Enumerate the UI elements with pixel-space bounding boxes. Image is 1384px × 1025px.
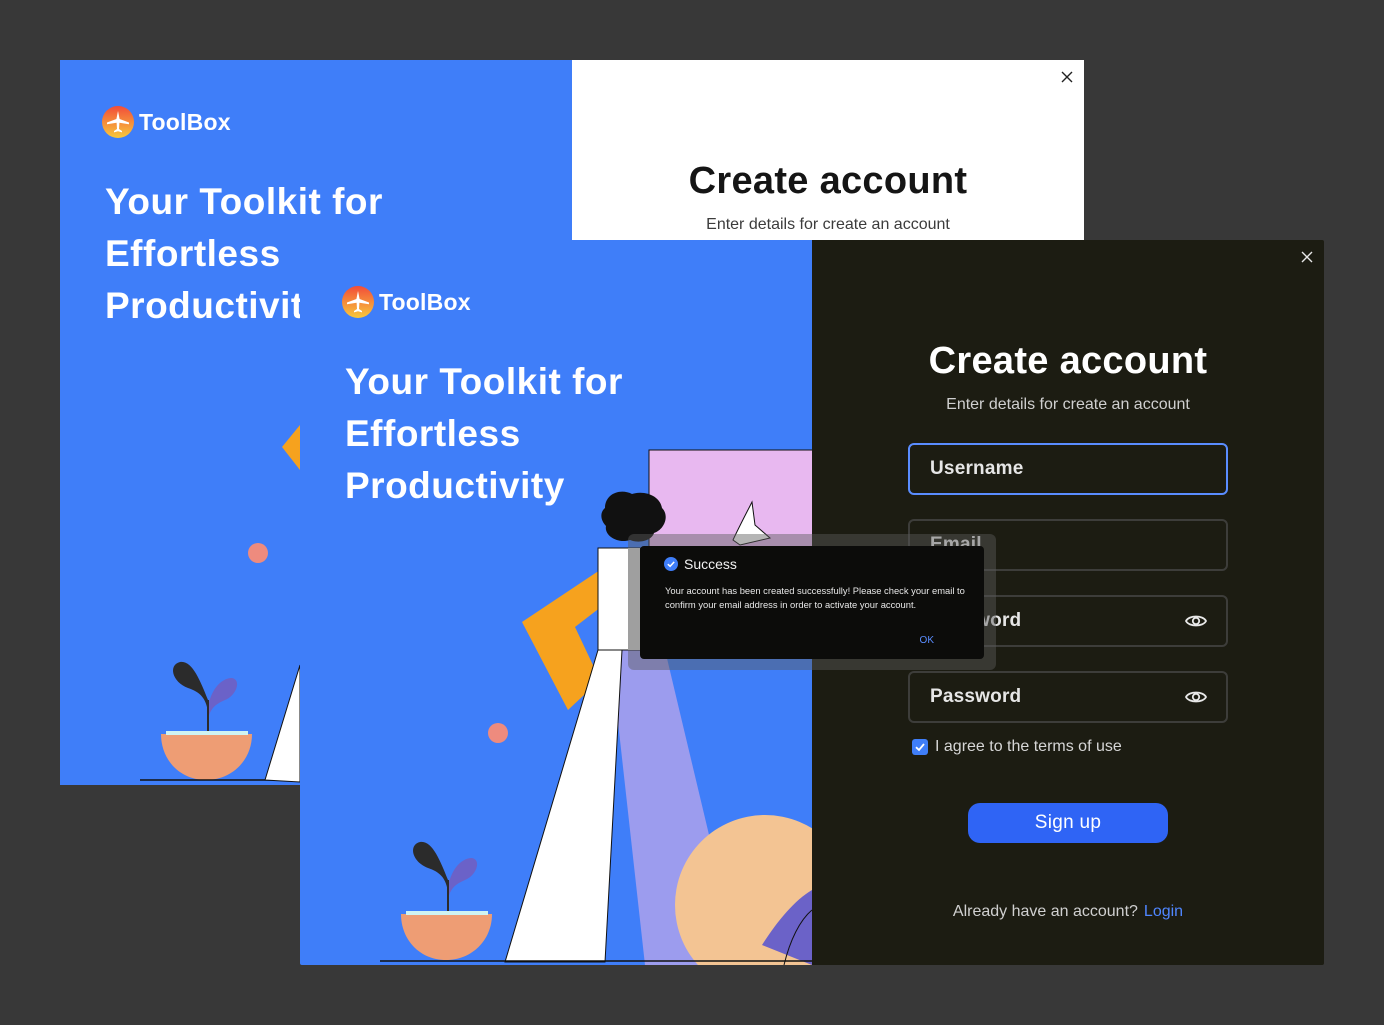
dialog-message: Your account has been created successful… <box>665 585 965 610</box>
form-subtitle: Enter details for create an account <box>706 216 950 233</box>
checkmark-icon <box>915 743 925 752</box>
ok-button[interactable]: OK <box>920 635 934 646</box>
dialog-title: Success <box>684 556 737 572</box>
hero-line: Your Toolkit for <box>345 361 623 402</box>
hero-line: Productivity <box>345 465 565 506</box>
close-icon <box>1301 251 1313 263</box>
check-circle-icon <box>664 557 678 571</box>
airplane-logo-icon <box>342 286 374 318</box>
hero-title: Your Toolkit for Effortless Productivity <box>345 356 623 512</box>
login-prompt: Already have an account? Login <box>812 903 1324 921</box>
form-subtitle: Enter details for create an account <box>946 396 1190 413</box>
brand: ToolBox <box>342 286 471 318</box>
form-title: Create account <box>688 160 968 202</box>
success-dialog: Success Your account has been created su… <box>640 546 984 659</box>
terms-label: I agree to the terms of use <box>935 738 1122 755</box>
close-icon <box>1061 71 1073 83</box>
brand-name: ToolBox <box>379 288 471 315</box>
dialog-header: Success <box>664 556 737 572</box>
confirm-password-input[interactable]: Password <box>908 671 1228 723</box>
close-button[interactable] <box>1296 246 1318 268</box>
eye-icon[interactable] <box>1184 685 1208 709</box>
eye-icon[interactable] <box>1184 609 1208 633</box>
terms-row: I agree to the terms of use <box>912 738 1122 756</box>
username-value: Username <box>930 458 1024 479</box>
confirm-password-value: Password <box>930 686 1022 707</box>
terms-checkbox[interactable] <box>912 739 928 755</box>
signup-button[interactable]: Sign up <box>968 803 1168 843</box>
login-link[interactable]: Login <box>1144 903 1183 920</box>
form-title: Create account <box>928 340 1208 382</box>
have-account-text: Already have an account? <box>952 903 1138 920</box>
hero-line: Effortless <box>345 413 521 454</box>
username-input[interactable]: Username <box>908 443 1228 495</box>
close-button[interactable] <box>1056 66 1078 88</box>
